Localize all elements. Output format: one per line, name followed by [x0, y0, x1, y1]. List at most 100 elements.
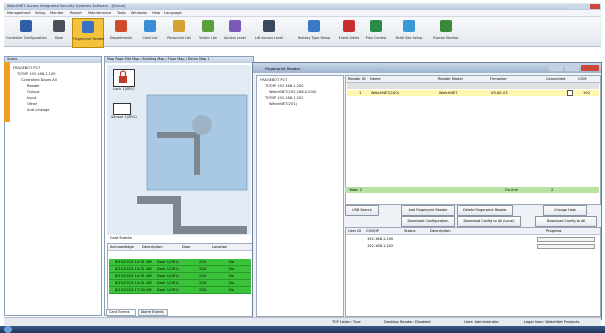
- event-row[interactable]: 8/15/2013 14:31 AM Door 1(0R1) 228 No: [109, 266, 251, 273]
- fp-close-button[interactable]: [581, 65, 599, 71]
- tree-item-anti-linkage[interactable]: Anti-Linkage: [27, 108, 49, 112]
- door-icon: [53, 20, 65, 32]
- window-title-bar: WatchNET Access Integrated Security Syst…: [4, 3, 601, 10]
- fingerprint-window-title: Fingerprint Reader: [265, 66, 301, 71]
- close-button[interactable]: [590, 4, 600, 9]
- add-fingerprint-reader-button[interactable]: Add Fingerprint Reader: [401, 205, 455, 216]
- fingerprint-reader-window: Fingerprint Reader FRAGEBOT PC7 TCP/IP 1…: [252, 62, 602, 320]
- sensor-label: Sensor 1(0R1): [111, 115, 137, 119]
- col-reader-id: Reader ID: [348, 77, 366, 81]
- col-description: Description: [430, 229, 451, 233]
- tree-item-doors[interactable]: Controlled Doors All: [21, 78, 57, 82]
- col-com-ip: COM/IP: [366, 229, 379, 233]
- fp-tree-tcp-201[interactable]: TCP/IP 192.168.1.201: [265, 96, 304, 100]
- event-row[interactable]: 8/15/2013 14:31 AM Door 1(0R1) 228 No: [109, 273, 251, 280]
- menu-monitor[interactable]: Monitor: [50, 11, 64, 15]
- fingerprint-window-titlebar: Fingerprint Reader: [253, 63, 601, 73]
- lock-1-device[interactable]: [113, 69, 135, 87]
- multi-site-setup-button[interactable]: Multi Site Setup: [392, 18, 426, 46]
- tree-item-other[interactable]: Other: [27, 102, 37, 106]
- event-row[interactable]: 8/15/2013 14:31 AM Door 1(0R1) 228 No: [109, 280, 251, 287]
- tree-item-reader[interactable]: Reader: [27, 84, 40, 88]
- status-legal-user: Legal User: WatchNet Products: [524, 320, 580, 324]
- events-monitor-icon: [440, 20, 452, 32]
- table-row[interactable]: 1 WatchNET(100) WatchNET V5.AE.V3 192: [347, 90, 599, 96]
- tree-item-input[interactable]: Input: [27, 96, 36, 100]
- controller-configuration-button[interactable]: Controller Configuration: [6, 18, 47, 46]
- tree-item-output[interactable]: Output: [27, 90, 39, 94]
- menu-setup[interactable]: Setup: [35, 11, 45, 15]
- event-alerts-button[interactable]: Event Alerts: [337, 18, 361, 46]
- menu-tools[interactable]: Tools: [117, 11, 126, 15]
- fp-tree-reader-201[interactable]: WatchNET(201): [269, 102, 297, 106]
- menu-management[interactable]: Management: [7, 11, 31, 15]
- download-config-all-button[interactable]: Download Config to All: [535, 216, 597, 227]
- table-row-blank[interactable]: [347, 83, 599, 89]
- download-configuration-button[interactable]: Download Configuration: [401, 216, 455, 227]
- card-list-icon: [144, 20, 156, 32]
- personnel-list-button[interactable]: Personnel List: [164, 18, 194, 46]
- reader-total-bar: Total: 2 On-line 2: [345, 187, 599, 193]
- multisite-icon: [403, 20, 415, 32]
- fingerprint-reader-button[interactable]: Fingerprint Reader: [72, 18, 104, 48]
- lift-access-level-button[interactable]: Lift Access Level: [252, 18, 286, 46]
- menu-windows[interactable]: Windows: [131, 11, 147, 15]
- plan-control-button[interactable]: Plan Control: [364, 18, 388, 46]
- map-breadcrumb: Map Page Site Map / Building Map / Floor…: [105, 57, 253, 63]
- fp-tree-tcp-200[interactable]: TCP/IP 192.168.1.200: [265, 84, 304, 88]
- tab-alarm-events[interactable]: Alarm Events: [138, 309, 168, 316]
- change-host-button[interactable]: Change Host: [543, 205, 587, 216]
- menu-maintenance[interactable]: Maintenance: [88, 11, 111, 15]
- maximize-button[interactable]: [580, 4, 589, 9]
- event-alert-icon: [343, 20, 355, 32]
- status-bar: TCP Listen: True Desktop Reader: Disable…: [4, 317, 601, 326]
- progress-row[interactable]: 192.168.1.200: [347, 236, 599, 242]
- fingerprint-icon: [82, 21, 94, 33]
- reader-table-header: Reader ID Name Reader Model Firmware Con…: [346, 76, 600, 83]
- scene-tree-panel: Scene FRAGEBOT PC7 TCP/IP 192.168.1.100 …: [4, 56, 102, 316]
- access-level-button[interactable]: Access Level: [222, 18, 248, 46]
- door-button[interactable]: Door: [49, 18, 69, 46]
- side-dock-tab[interactable]: [4, 62, 10, 122]
- events-header: Acknowledge Description Door Location: [108, 244, 252, 251]
- online-count: 2: [551, 188, 554, 192]
- floor-map-canvas[interactable]: Lock 1(0R1) Sensor 1(0R1): [107, 65, 251, 235]
- connected-checkbox[interactable]: [567, 90, 573, 96]
- holiday-icon: [308, 20, 320, 32]
- events-monitor-button[interactable]: Events Monitor: [430, 18, 462, 46]
- card-list-button[interactable]: Card List: [139, 18, 161, 46]
- holiday-type-setup-button[interactable]: Holiday Type Setup: [294, 18, 334, 46]
- menu-report[interactable]: Report: [70, 11, 82, 15]
- sensor-device[interactable]: [113, 103, 131, 115]
- tab-card-events[interactable]: Card Events: [106, 309, 136, 316]
- total-label: Total: 2: [349, 188, 363, 192]
- tree-item-controller[interactable]: TCP/IP 192.168.1.100: [17, 72, 56, 76]
- col-com: COM: [578, 77, 587, 81]
- events-col-location: Location: [212, 245, 228, 249]
- tree-item-root[interactable]: FRAGEBOT PC7: [13, 66, 40, 70]
- menu-help[interactable]: Help: [152, 11, 160, 15]
- download-config-local-button[interactable]: Download Config to All (Local): [457, 216, 521, 227]
- fp-maximize-button[interactable]: [565, 65, 579, 71]
- fp-tree-root[interactable]: FRAGEBOT PC7: [260, 78, 287, 82]
- event-row[interactable]: 8/15/2013 17:50 AM Door 1(0R1) 228 No: [109, 287, 251, 294]
- map-panel: Map Page Site Map / Building Map / Floor…: [104, 56, 254, 317]
- col-model: Reader Model: [438, 77, 463, 81]
- plan-control-icon: [370, 20, 382, 32]
- progress-row[interactable]: 192.168.1.202: [347, 243, 599, 249]
- events-col-desc: Description: [142, 245, 163, 249]
- visitor-list-button[interactable]: Visitor List: [197, 18, 219, 46]
- controller-icon: [20, 20, 32, 32]
- fp-minimize-button[interactable]: [549, 65, 563, 71]
- os-taskbar: [0, 326, 605, 333]
- usb-search-button[interactable]: USB Search: [345, 205, 379, 216]
- departments-button[interactable]: Departments: [106, 18, 136, 46]
- menu-language[interactable]: Language: [164, 11, 182, 15]
- event-row[interactable]: 8/15/2013 14:31 AM Door 1(0R1) 228 No: [109, 259, 251, 266]
- visitor-icon: [202, 20, 214, 32]
- delete-fingerprint-reader-button[interactable]: Delete Fingerprint Reader: [457, 205, 513, 216]
- minimize-button[interactable]: [570, 4, 579, 9]
- col-connected: Connected: [546, 77, 566, 81]
- fp-tree-reader-200[interactable]: WatchNET(192.168.0.200): [269, 90, 316, 94]
- start-button[interactable]: [4, 326, 12, 333]
